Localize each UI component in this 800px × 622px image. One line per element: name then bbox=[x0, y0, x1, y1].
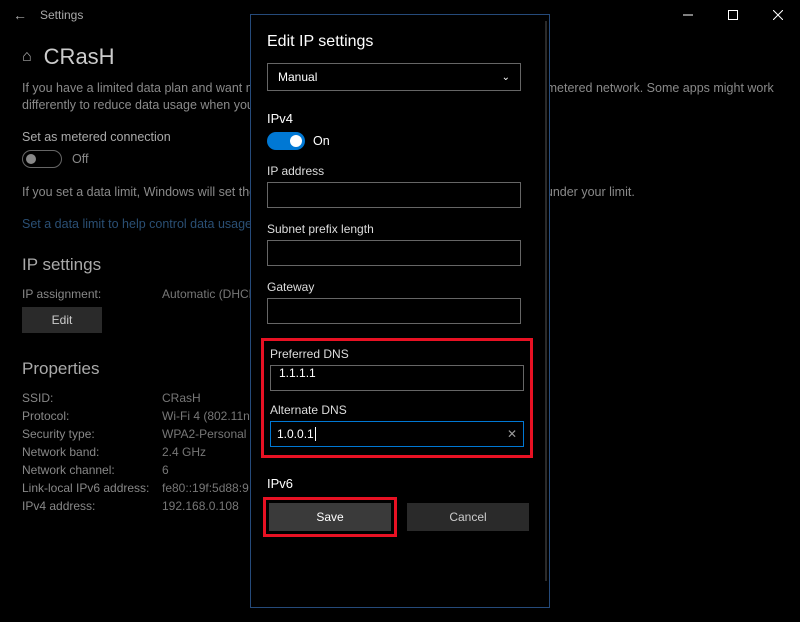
home-icon[interactable]: ⌂ bbox=[22, 48, 32, 66]
mode-select[interactable]: Manual ⌄ bbox=[267, 63, 521, 91]
window-title: Settings bbox=[40, 8, 83, 22]
close-button[interactable] bbox=[755, 0, 800, 30]
save-highlight: Save bbox=[263, 497, 397, 537]
alternate-dns-input[interactable]: 1.0.0.1 ✕ bbox=[270, 421, 524, 447]
chevron-down-icon: ⌄ bbox=[502, 72, 510, 83]
minimize-icon bbox=[683, 10, 693, 20]
edit-button[interactable]: Edit bbox=[22, 307, 102, 333]
close-icon bbox=[773, 10, 783, 20]
alternate-dns-label: Alternate DNS bbox=[270, 403, 524, 417]
subnet-input[interactable] bbox=[267, 240, 521, 266]
ip-address-input[interactable] bbox=[267, 182, 521, 208]
save-button[interactable]: Save bbox=[269, 503, 391, 531]
ip-address-label: IP address bbox=[267, 164, 533, 178]
ipv4-label: IPv4 bbox=[267, 111, 533, 126]
ip-assignment-label: IP assignment: bbox=[22, 287, 162, 301]
edit-ip-dialog: Edit IP settings Manual ⌄ IPv4 On IP add… bbox=[250, 14, 550, 608]
gateway-label: Gateway bbox=[267, 280, 533, 294]
subnet-label: Subnet prefix length bbox=[267, 222, 533, 236]
preferred-dns-input[interactable]: 1.1.1.1 bbox=[270, 365, 524, 391]
ipv6-label: IPv6 bbox=[267, 476, 533, 491]
minimize-button[interactable] bbox=[665, 0, 710, 30]
dialog-title: Edit IP settings bbox=[267, 33, 533, 51]
page-title: CRasH bbox=[44, 44, 115, 70]
maximize-icon bbox=[728, 10, 738, 20]
back-button[interactable]: ← bbox=[0, 7, 40, 23]
scrollbar[interactable] bbox=[545, 21, 547, 581]
gateway-input[interactable] bbox=[267, 298, 521, 324]
preferred-dns-label: Preferred DNS bbox=[270, 347, 524, 361]
clear-icon[interactable]: ✕ bbox=[507, 427, 517, 441]
maximize-button[interactable] bbox=[710, 0, 755, 30]
dns-highlight: Preferred DNS 1.1.1.1 Alternate DNS 1.0.… bbox=[261, 338, 533, 458]
metered-value: Off bbox=[72, 152, 88, 166]
cancel-button[interactable]: Cancel bbox=[407, 503, 529, 531]
ip-assignment-value: Automatic (DHCP) bbox=[162, 287, 261, 301]
metered-toggle[interactable] bbox=[22, 150, 62, 168]
ipv4-toggle-value: On bbox=[313, 134, 330, 148]
mode-value: Manual bbox=[278, 70, 317, 84]
ipv4-toggle[interactable] bbox=[267, 132, 305, 150]
